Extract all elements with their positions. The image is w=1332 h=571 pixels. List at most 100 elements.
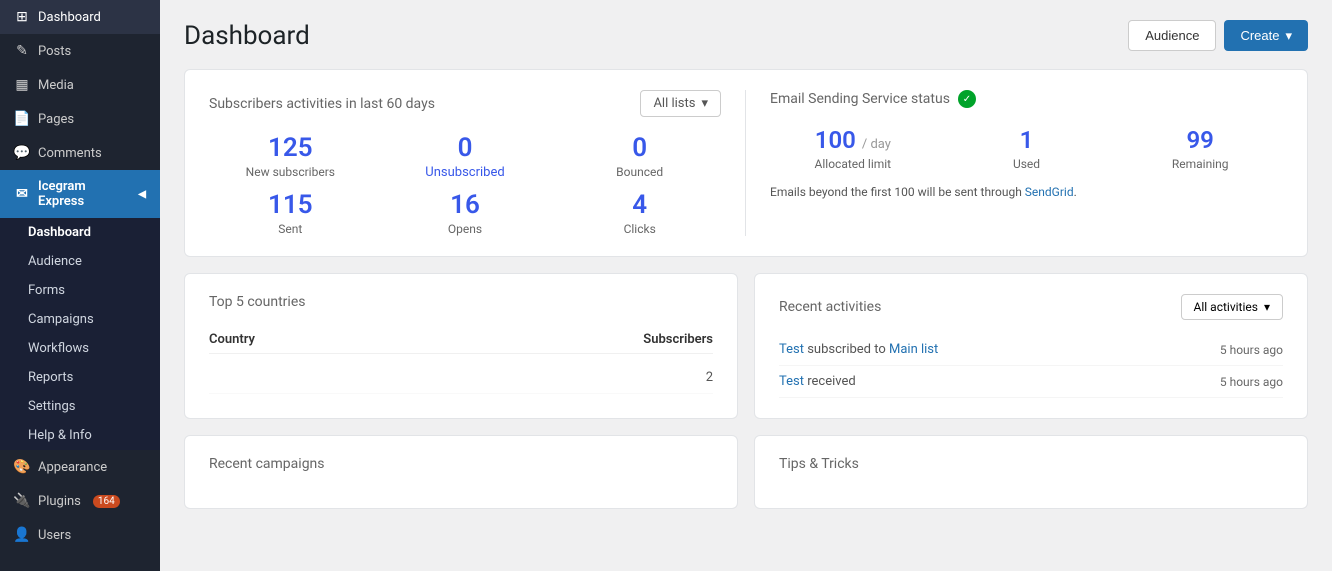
users-icon: 👤 — [14, 527, 30, 543]
sendgrid-link[interactable]: SendGrid — [1025, 185, 1074, 199]
email-stat-unit: / day — [862, 137, 891, 152]
activities-title: Recent activities — [779, 299, 881, 315]
campaigns-tips-grid: Recent campaigns Tips & Tricks — [184, 435, 1308, 525]
stat-number: 0 — [558, 135, 721, 161]
activity-link-main-list[interactable]: Main list — [889, 342, 938, 357]
header-buttons: Audience Create ▾ — [1128, 20, 1308, 51]
stat-number: 0 — [384, 135, 547, 161]
activity-link-test-1[interactable]: Test — [779, 342, 804, 357]
lists-dropdown[interactable]: All lists ▾ — [640, 90, 721, 117]
sendgrid-note: Emails beyond the first 100 will be sent… — [770, 185, 1283, 199]
media-icon: ▦ — [14, 77, 30, 93]
stat-number: 115 — [209, 192, 372, 218]
sidebar-item-icegram-settings[interactable]: Settings — [0, 392, 160, 421]
icegram-icon: ✉ — [14, 186, 30, 202]
sidebar-item-comments[interactable]: 💬 Comments — [0, 136, 160, 170]
posts-icon: ✎ — [14, 43, 30, 59]
activity-time: 5 hours ago — [1220, 375, 1283, 389]
countries-table-header: Country Subscribers — [209, 326, 713, 354]
email-stat-number: 1 — [1020, 126, 1034, 154]
sidebar-item-icegram-reports[interactable]: Reports — [0, 363, 160, 392]
sidebar-item-users[interactable]: 👤 Users — [0, 518, 160, 552]
stat-label: New subscribers — [209, 165, 372, 179]
page-header: Dashboard Audience Create ▾ — [184, 20, 1308, 51]
recent-campaigns-title: Recent campaigns — [209, 456, 713, 472]
sidebar-item-icegram-express[interactable]: ✉ Icegram Express ◀ — [0, 170, 160, 218]
email-stat-allocated: 100 / day Allocated limit — [770, 126, 936, 171]
comments-icon: 💬 — [14, 145, 30, 161]
status-dot-icon: ✓ — [958, 90, 976, 108]
email-stat-label: Remaining — [1117, 157, 1283, 171]
sidebar-sub-label: Help & Info — [28, 428, 92, 443]
sidebar-item-appearance[interactable]: 🎨 Appearance — [0, 450, 160, 484]
subscribers-count: 2 — [706, 370, 713, 385]
tips-card: Tips & Tricks — [754, 435, 1308, 509]
stat-label: Clicks — [558, 222, 721, 236]
table-row: 2 — [209, 362, 713, 394]
list-item: Test subscribed to Main list 5 hours ago — [779, 334, 1283, 366]
sidebar-item-label: Posts — [38, 44, 71, 59]
recent-campaigns-card: Recent campaigns — [184, 435, 738, 509]
stat-label: Sent — [209, 222, 372, 236]
plugins-badge: 164 — [93, 495, 120, 508]
appearance-icon: 🎨 — [14, 459, 30, 475]
activities-dropdown-arrow-icon: ▾ — [1264, 300, 1270, 314]
sendgrid-note-prefix: Emails beyond the first 100 will be sent… — [770, 185, 1025, 199]
sidebar-sub-label: Audience — [28, 254, 82, 269]
activities-dropdown-label: All activities — [1194, 300, 1258, 314]
sidebar-item-plugins[interactable]: 🔌 Plugins 164 — [0, 484, 160, 518]
activities-card: Recent activities All activities ▾ Test … — [754, 273, 1308, 419]
sidebar-item-label: Media — [38, 78, 74, 93]
main-content: Dashboard Audience Create ▾ Subscribers … — [160, 0, 1332, 571]
sidebar-item-pages[interactable]: 📄 Pages — [0, 102, 160, 136]
activities-header: Recent activities All activities ▾ — [779, 294, 1283, 320]
country-col-header: Country — [209, 332, 255, 347]
activities-dropdown[interactable]: All activities ▾ — [1181, 294, 1283, 320]
email-status-section: Email Sending Service status ✓ 100 / day… — [746, 90, 1283, 236]
sidebar-item-dashboard[interactable]: ⊞ Dashboard — [0, 0, 160, 34]
stat-number: 125 — [209, 135, 372, 161]
lists-dropdown-label: All lists — [653, 96, 695, 111]
sidebar-item-icegram-help[interactable]: Help & Info — [0, 421, 160, 450]
stat-clicks: 4 Clicks — [558, 192, 721, 236]
sidebar-sub-label: Forms — [28, 283, 65, 298]
sidebar-item-icegram-forms[interactable]: Forms — [0, 276, 160, 305]
countries-title: Top 5 countries — [209, 294, 713, 310]
sidebar-item-icegram-workflows[interactable]: Workflows — [0, 334, 160, 363]
plugins-icon: 🔌 — [14, 493, 30, 509]
sidebar-item-label: Comments — [38, 146, 102, 161]
stats-two-col: Subscribers activities in last 60 days A… — [209, 90, 1283, 236]
sidebar-item-posts[interactable]: ✎ Posts — [0, 34, 160, 68]
subscribers-title: Subscribers activities in last 60 days — [209, 96, 435, 112]
activity-link-test-2[interactable]: Test — [779, 374, 804, 389]
stat-number: 16 — [384, 192, 547, 218]
countries-card: Top 5 countries Country Subscribers 2 — [184, 273, 738, 419]
sidebar-item-media[interactable]: ▦ Media — [0, 68, 160, 102]
stat-label: Bounced — [558, 165, 721, 179]
sidebar-item-icegram-campaigns[interactable]: Campaigns — [0, 305, 160, 334]
subscribers-stats-grid: 125 New subscribers 0 Unsubscribed 0 Bou… — [209, 135, 721, 236]
sidebar-item-label: Plugins — [38, 494, 81, 509]
sidebar: ⊞ Dashboard ✎ Posts ▦ Media 📄 Pages 💬 Co… — [0, 0, 160, 571]
stat-bounced: 0 Bounced — [558, 135, 721, 180]
sidebar-sub-label: Workflows — [28, 341, 89, 356]
stat-label: Opens — [384, 222, 547, 236]
create-label: Create — [1240, 28, 1279, 43]
stat-opens: 16 Opens — [384, 192, 547, 236]
email-stat-number: 100 — [815, 126, 856, 154]
email-stats-grid: 100 / day Allocated limit 1 Used 99 Rema… — [770, 126, 1283, 171]
stat-number: 4 — [558, 192, 721, 218]
pages-icon: 📄 — [14, 111, 30, 127]
page-title: Dashboard — [184, 21, 310, 51]
create-button[interactable]: Create ▾ — [1224, 20, 1308, 51]
sidebar-item-icegram-audience[interactable]: Audience — [0, 247, 160, 276]
sidebar-item-icegram-dashboard[interactable]: Dashboard — [0, 218, 160, 247]
sidebar-item-label: Dashboard — [38, 10, 101, 25]
sidebar-sub-label: Reports — [28, 370, 73, 385]
sidebar-item-label: Pages — [38, 112, 74, 127]
bottom-grid: Top 5 countries Country Subscribers 2 Re… — [184, 273, 1308, 435]
create-arrow-icon: ▾ — [1285, 28, 1292, 44]
email-stat-number: 99 — [1186, 126, 1213, 154]
sidebar-sub-label: Campaigns — [28, 312, 94, 327]
audience-button[interactable]: Audience — [1128, 20, 1216, 51]
